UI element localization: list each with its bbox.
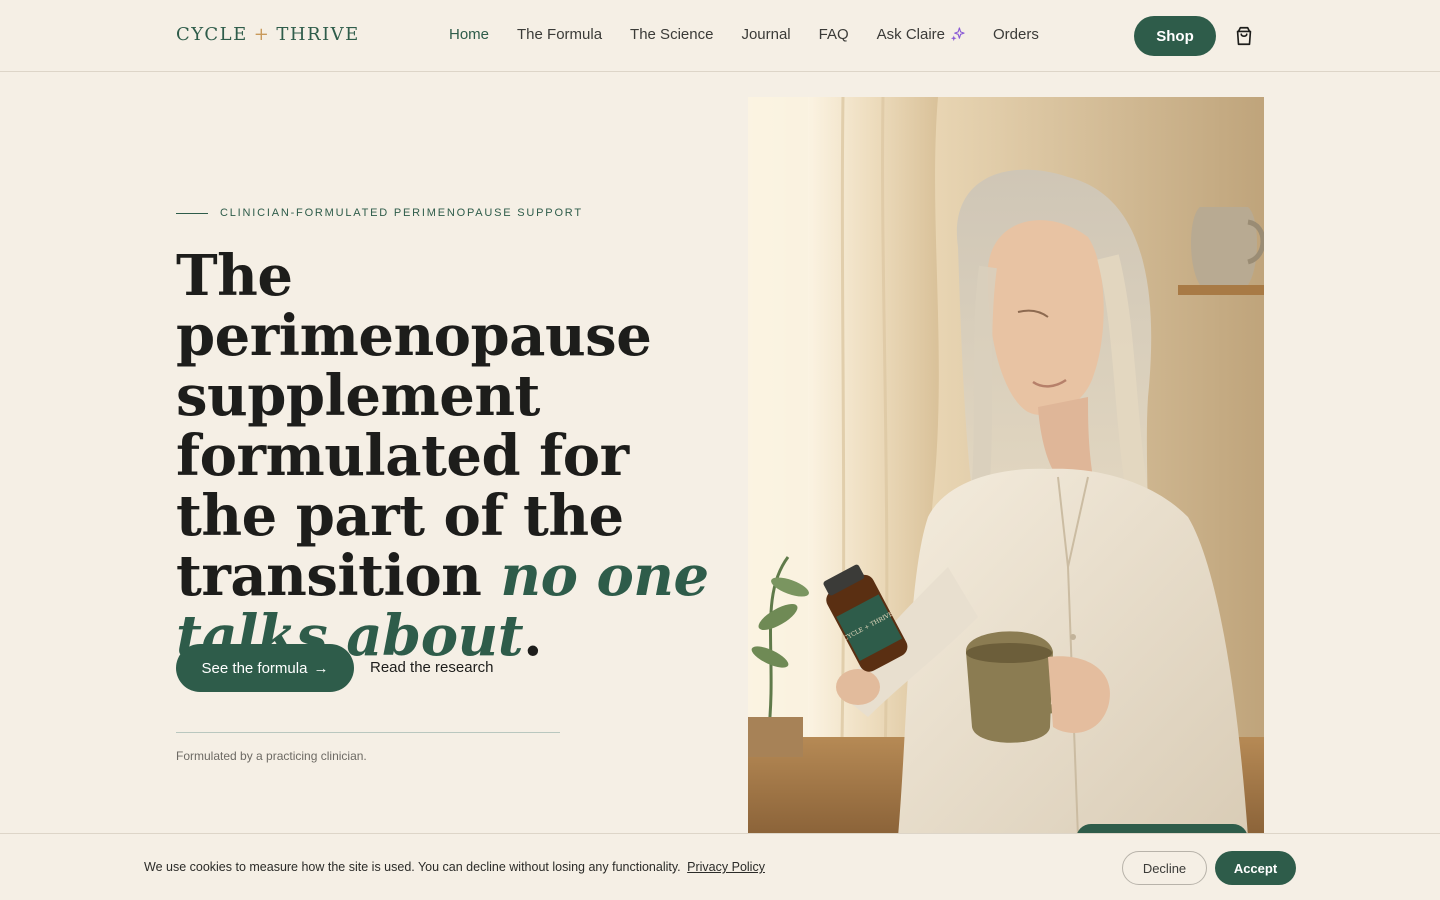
logo-plus: + <box>253 24 271 45</box>
sparkle-icon <box>950 27 965 42</box>
arrow-right-icon: → <box>313 659 329 677</box>
accept-button[interactable]: Accept <box>1215 851 1296 885</box>
hero-illustration: CYCLE + THRIVE <box>748 97 1264 837</box>
decline-button[interactable]: Decline <box>1122 851 1207 885</box>
site-header: CYCLE + THRIVE Home The Formula The Scienc… <box>0 0 1440 72</box>
nav-item-faq[interactable]: FAQ <box>819 26 849 43</box>
see-formula-label: See the formula <box>201 659 308 677</box>
see-formula-button[interactable]: See the formula → <box>176 644 354 692</box>
nav-item-science[interactable]: The Science <box>630 26 713 43</box>
eyebrow-text: CLINICIAN-FORMULATED PERIMENOPAUSE SUPPO… <box>220 207 583 219</box>
hero-headline: The perimenopause supplement formulated … <box>176 246 716 666</box>
headline-period: . <box>523 603 543 669</box>
cookie-text: We use cookies to measure how the site i… <box>144 860 681 874</box>
cookie-banner: We use cookies to measure how the site i… <box>0 833 1440 900</box>
eyebrow-rule <box>176 212 208 214</box>
hero-photo: CYCLE + THRIVE <box>748 97 1264 837</box>
nav-item-journal[interactable]: Journal <box>741 26 790 43</box>
nav-item-orders[interactable]: Orders <box>993 26 1039 43</box>
shopping-bag-icon[interactable] <box>1233 25 1255 47</box>
hero-divider <box>176 732 560 733</box>
shop-button[interactable]: Shop <box>1134 16 1216 56</box>
nav-item-ask-claire-label: Ask Claire <box>876 26 946 43</box>
main-nav: Home The Formula The Science Journal FAQ… <box>449 26 1039 43</box>
cookie-message: We use cookies to measure how the site i… <box>144 860 765 874</box>
logo-word-cycle: CYCLE <box>176 24 248 45</box>
nav-item-formula[interactable]: The Formula <box>517 26 602 43</box>
hero-eyebrow: CLINICIAN-FORMULATED PERIMENOPAUSE SUPPO… <box>176 207 583 219</box>
read-research-link[interactable]: Read the research <box>370 659 493 676</box>
brand-logo[interactable]: CYCLE + THRIVE <box>176 24 360 45</box>
privacy-policy-link[interactable]: Privacy Policy <box>687 860 765 874</box>
nav-item-home[interactable]: Home <box>449 26 489 43</box>
hero-footnote: Formulated by a practicing clinician. <box>176 749 367 763</box>
logo-word-thrive: THRIVE <box>276 24 360 45</box>
nav-item-ask-claire[interactable]: Ask Claire <box>877 26 965 43</box>
